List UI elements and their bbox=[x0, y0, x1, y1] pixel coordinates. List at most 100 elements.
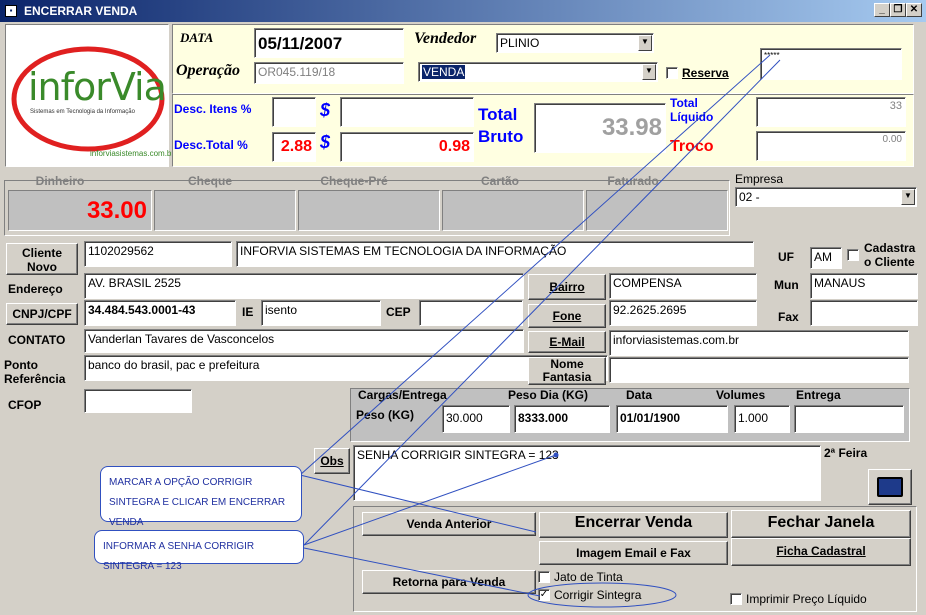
cartao-field[interactable] bbox=[442, 190, 584, 231]
data-header: Data bbox=[626, 388, 653, 402]
cep-field[interactable] bbox=[419, 300, 523, 326]
peso-dia-field[interactable]: 8333.000 bbox=[514, 405, 610, 433]
total-bruto-label: Total Bruto bbox=[478, 105, 524, 146]
total-bruto-field: 33.98 bbox=[534, 103, 666, 153]
annotation-note-1: MARCAR A OPÇÃO CORRIGIR SINTEGRA E CLICA… bbox=[100, 466, 302, 528]
calculator-button[interactable] bbox=[868, 469, 912, 505]
volumes-field[interactable]: 1.000 bbox=[734, 405, 790, 433]
maximize-button[interactable]: ❐ bbox=[890, 3, 906, 17]
tipo-value: VENDA bbox=[422, 65, 466, 79]
nome-fantasia-button[interactable]: Nome Fantasia bbox=[528, 357, 606, 385]
fone-field[interactable]: 92.2625.2695 bbox=[609, 300, 757, 326]
logo-brand: inforVia bbox=[28, 65, 167, 109]
imprimir-preco-label: Imprimir Preço Líquido bbox=[746, 592, 867, 606]
cfop-field[interactable] bbox=[84, 389, 192, 413]
cliente-codigo-field[interactable]: 1102029562 bbox=[84, 241, 232, 267]
venda-anterior-button[interactable]: Venda Anterior bbox=[362, 512, 536, 536]
email-field[interactable]: inforviasistemas.com.br bbox=[609, 330, 909, 356]
encerrar-venda-button[interactable]: Encerrar Venda bbox=[539, 512, 728, 538]
cnpj-button[interactable]: CNPJ/CPF bbox=[6, 303, 78, 325]
empresa-label: Empresa bbox=[735, 172, 784, 186]
peso-label: Peso (KG) bbox=[356, 408, 415, 422]
fechar-janela-button[interactable]: Fechar Janela bbox=[731, 510, 911, 538]
cfop-label: CFOP bbox=[8, 398, 42, 412]
data-field[interactable]: 05/11/2007 bbox=[254, 28, 404, 58]
password-field[interactable]: ***** bbox=[760, 48, 902, 80]
vendedor-value: PLINIO bbox=[500, 36, 540, 50]
peso-field[interactable]: 30.000 bbox=[442, 405, 510, 433]
cheque-pre-field[interactable] bbox=[298, 190, 440, 231]
entrega-field[interactable] bbox=[794, 405, 904, 433]
peso-dia-header: Peso Dia (KG) bbox=[508, 388, 589, 402]
troco-field: 0.00 bbox=[756, 131, 906, 161]
uf-label: UF bbox=[778, 250, 794, 264]
corrigir-sintegra-label: Corrigir Sintegra bbox=[554, 588, 642, 602]
vendedor-select[interactable]: PLINIO ▼ bbox=[496, 33, 654, 53]
obs-button[interactable]: Obs bbox=[314, 448, 350, 474]
imprimir-preco-checkbox[interactable] bbox=[730, 593, 742, 605]
logo-tagline: Sistemas em Tecnologia da Informação bbox=[30, 109, 135, 115]
corrigir-sintegra-checkbox[interactable]: ✓ bbox=[538, 589, 550, 601]
dollar-icon: $ bbox=[320, 132, 331, 152]
desc-itens-val-field[interactable] bbox=[340, 97, 474, 127]
payment-header-faturado: Faturado bbox=[607, 174, 659, 188]
chevron-down-icon[interactable]: ▼ bbox=[901, 189, 915, 205]
annotation-note-2: INFORMAR A SENHA CORRIGIR SINTEGRA = 123 bbox=[94, 530, 304, 572]
nome-fantasia-field[interactable] bbox=[609, 357, 909, 383]
window-title: ENCERRAR VENDA bbox=[24, 4, 138, 18]
cargas-header: Cargas/Entrega bbox=[358, 388, 447, 402]
carga-data-field[interactable]: 01/01/1900 bbox=[616, 405, 728, 433]
cliente-nome-field[interactable]: INFORVIA SISTEMAS EM TECNOLOGIA DA INFOR… bbox=[236, 241, 754, 267]
payment-header-cartao: Cartão bbox=[480, 174, 519, 188]
contato-label: CONTATO bbox=[8, 333, 66, 347]
endereco-field[interactable]: AV. BRASIL 2525 bbox=[84, 273, 524, 299]
payment-header-dinheiro: Dinheiro bbox=[35, 174, 85, 188]
entrega-header: Entrega bbox=[796, 388, 841, 402]
mun-field[interactable]: MANAUS bbox=[810, 273, 918, 299]
app-icon: ▪ bbox=[5, 5, 17, 17]
payment-header-cheque-pre: Cheque-Pré bbox=[320, 174, 388, 188]
ie-label: IE bbox=[242, 305, 254, 319]
minimize-button[interactable]: _ bbox=[874, 3, 890, 17]
desc-total-pct-field[interactable]: 2.88 bbox=[272, 132, 316, 162]
cliente-novo-button[interactable]: Cliente Novo bbox=[6, 243, 78, 275]
cnpj-field[interactable]: 34.484.543.0001-43 bbox=[84, 300, 236, 326]
bairro-field[interactable]: COMPENSA bbox=[609, 273, 757, 299]
tipo-select[interactable]: VENDA ▼ bbox=[418, 62, 658, 82]
chevron-down-icon[interactable]: ▼ bbox=[638, 35, 652, 51]
ie-field[interactable]: isento bbox=[261, 300, 381, 326]
jato-tinta-checkbox[interactable] bbox=[538, 571, 550, 583]
retorna-venda-button[interactable]: Retorna para Venda bbox=[362, 570, 536, 594]
dinheiro-field[interactable]: 33.00 bbox=[8, 190, 152, 231]
reserva-checkbox[interactable] bbox=[666, 67, 678, 79]
obs-field[interactable]: SENHA CORRIGIR SINTEGRA = 123 bbox=[353, 445, 821, 501]
close-button[interactable]: ✕ bbox=[906, 3, 922, 17]
empresa-select[interactable]: 02 - ▼ bbox=[735, 187, 917, 207]
empresa-value: 02 - bbox=[739, 190, 760, 204]
volumes-header: Volumes bbox=[716, 388, 766, 402]
cadastra-checkbox[interactable] bbox=[847, 249, 859, 261]
endereco-label: Endereço bbox=[8, 282, 63, 296]
calculator-icon bbox=[877, 477, 903, 497]
desc-total-val-field[interactable]: 0.98 bbox=[340, 132, 474, 162]
cep-label: CEP bbox=[386, 305, 411, 319]
ponto-label: Ponto Referência bbox=[4, 358, 66, 386]
bairro-button[interactable]: Bairro bbox=[528, 274, 606, 300]
desc-itens-label: Desc. Itens % bbox=[174, 102, 252, 116]
contato-field[interactable]: Vanderlan Tavares de Vasconcelos bbox=[84, 329, 524, 353]
imagem-email-fax-button[interactable]: Imagem Email e Fax bbox=[539, 541, 728, 565]
faturado-field[interactable] bbox=[586, 190, 728, 231]
uf-field[interactable]: AM bbox=[810, 247, 842, 269]
ficha-cadastral-button[interactable]: Ficha Cadastral bbox=[731, 538, 911, 566]
cheque-field[interactable] bbox=[154, 190, 296, 231]
email-button[interactable]: E-Mail bbox=[528, 331, 606, 353]
desc-itens-pct-field[interactable] bbox=[272, 97, 316, 127]
vendedor-label: Vendedor bbox=[414, 30, 477, 47]
fone-button[interactable]: Fone bbox=[528, 304, 606, 328]
data-label: DATA bbox=[180, 30, 214, 45]
logo-panel: inforVia Sistemas em Tecnologia da Infor… bbox=[5, 24, 174, 167]
fax-label: Fax bbox=[778, 310, 799, 324]
fax-field[interactable] bbox=[810, 300, 918, 326]
chevron-down-icon[interactable]: ▼ bbox=[642, 64, 656, 80]
operacao-field[interactable]: OR045.119/18 bbox=[254, 62, 404, 84]
